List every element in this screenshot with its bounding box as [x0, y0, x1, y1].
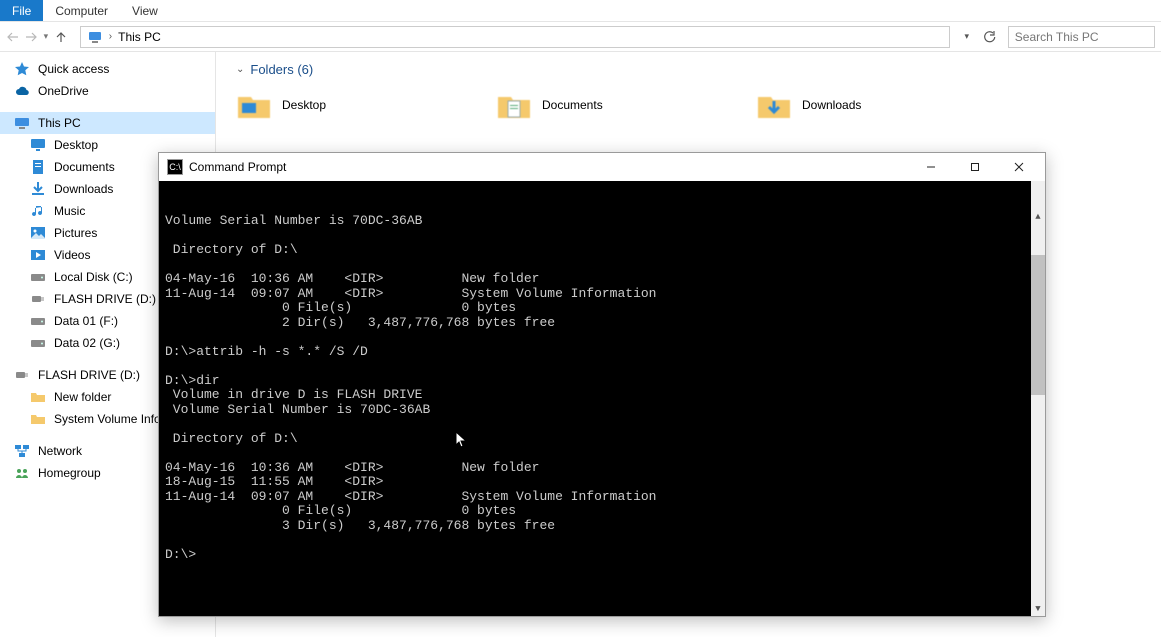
folder-item[interactable]: Downloads: [756, 87, 956, 123]
download-big-icon: [756, 87, 792, 123]
folder-label: Desktop: [282, 98, 326, 112]
hdd-icon: [30, 269, 46, 285]
sidebar-item-label: Videos: [54, 248, 90, 262]
sidebar-item-quick-access[interactable]: Quick access: [0, 58, 215, 80]
folder-label: Downloads: [802, 98, 861, 112]
folder-icon: [30, 389, 46, 405]
sidebar-item-label: Documents: [54, 160, 115, 174]
picture-icon: [30, 225, 46, 241]
pc-icon: [87, 29, 103, 45]
nav-forward-button[interactable]: [24, 27, 38, 47]
terminal-scrollbar[interactable]: ▲ ▼: [1031, 181, 1045, 616]
cmd-icon: C:\: [167, 159, 183, 175]
sidebar-item-label: Data 01 (F:): [54, 314, 118, 328]
pc-icon: [14, 115, 30, 131]
hdd-icon: [30, 335, 46, 351]
sidebar-item-onedrive[interactable]: OneDrive: [0, 80, 215, 102]
download-icon: [30, 181, 46, 197]
address-text: This PC: [118, 30, 161, 44]
menu-computer[interactable]: Computer: [43, 0, 120, 21]
sidebar-item-label: Downloads: [54, 182, 113, 196]
sidebar-item-label: Quick access: [38, 62, 109, 76]
usb-icon: [14, 367, 30, 383]
search-input[interactable]: Search This PC: [1008, 26, 1155, 48]
refresh-button[interactable]: [980, 28, 998, 46]
folder-item[interactable]: Desktop: [236, 87, 436, 123]
sidebar-item-label: Local Disk (C:): [54, 270, 133, 284]
video-icon: [30, 247, 46, 263]
usb-icon: [30, 291, 46, 307]
address-bar: ▾ › This PC ▾ Search This PC: [0, 22, 1161, 52]
sidebar-item-label: Pictures: [54, 226, 97, 240]
doc-icon: [30, 159, 46, 175]
nav-history-dropdown[interactable]: ▾: [42, 27, 50, 47]
menu-bar: File Computer View: [0, 0, 1161, 22]
sidebar-item-label: Music: [54, 204, 85, 218]
scroll-down-button[interactable]: ▼: [1031, 602, 1045, 616]
nav-up-button[interactable]: [54, 27, 68, 47]
window-title: Command Prompt: [189, 160, 286, 174]
search-placeholder: Search This PC: [1015, 30, 1099, 44]
command-prompt-window[interactable]: C:\ Command Prompt Volume Serial Number …: [158, 152, 1046, 617]
cloud-icon: [14, 83, 30, 99]
chevron-down-icon: ⌄: [236, 64, 244, 75]
address-dropdown-button[interactable]: ▾: [958, 28, 976, 46]
sidebar-item-label: Network: [38, 444, 82, 458]
folder-item[interactable]: Documents: [496, 87, 696, 123]
scroll-up-button[interactable]: ▲: [1031, 210, 1045, 224]
sidebar-item-label: FLASH DRIVE (D:): [38, 368, 140, 382]
address-box[interactable]: › This PC: [80, 26, 950, 48]
star-icon: [14, 61, 30, 77]
music-icon: [30, 203, 46, 219]
maximize-button[interactable]: [953, 153, 997, 181]
folders-group-header[interactable]: ⌄ Folders (6): [236, 62, 1141, 77]
hdd-icon: [30, 313, 46, 329]
nav-back-button[interactable]: [6, 27, 20, 47]
sidebar-item-this-pc[interactable]: This PC: [0, 112, 215, 134]
doc-big-icon: [496, 87, 532, 123]
folder-label: Documents: [542, 98, 603, 112]
sidebar-item-label: OneDrive: [38, 84, 89, 98]
sidebar-item-label: Desktop: [54, 138, 98, 152]
scroll-thumb[interactable]: [1031, 255, 1045, 395]
sidebar-item-label: This PC: [38, 116, 81, 130]
close-button[interactable]: [997, 153, 1041, 181]
desktop-icon: [30, 137, 46, 153]
menu-view[interactable]: View: [120, 0, 170, 21]
desktop-big-icon: [236, 87, 272, 123]
sidebar-item-label: Homegroup: [38, 466, 101, 480]
chevron-right-icon: ›: [109, 31, 112, 42]
network-icon: [14, 443, 30, 459]
folder-icon: [30, 411, 46, 427]
folders-group-label: Folders (6): [250, 62, 313, 77]
menu-file[interactable]: File: [0, 0, 43, 21]
sidebar-item-label: New folder: [54, 390, 111, 404]
minimize-button[interactable]: [909, 153, 953, 181]
window-titlebar[interactable]: C:\ Command Prompt: [159, 153, 1045, 181]
sidebar-item-label: Data 02 (G:): [54, 336, 120, 350]
homegroup-icon: [14, 465, 30, 481]
terminal-output[interactable]: Volume Serial Number is 70DC-36AB Direct…: [159, 181, 1045, 616]
sidebar-item-label: FLASH DRIVE (D:): [54, 292, 156, 306]
